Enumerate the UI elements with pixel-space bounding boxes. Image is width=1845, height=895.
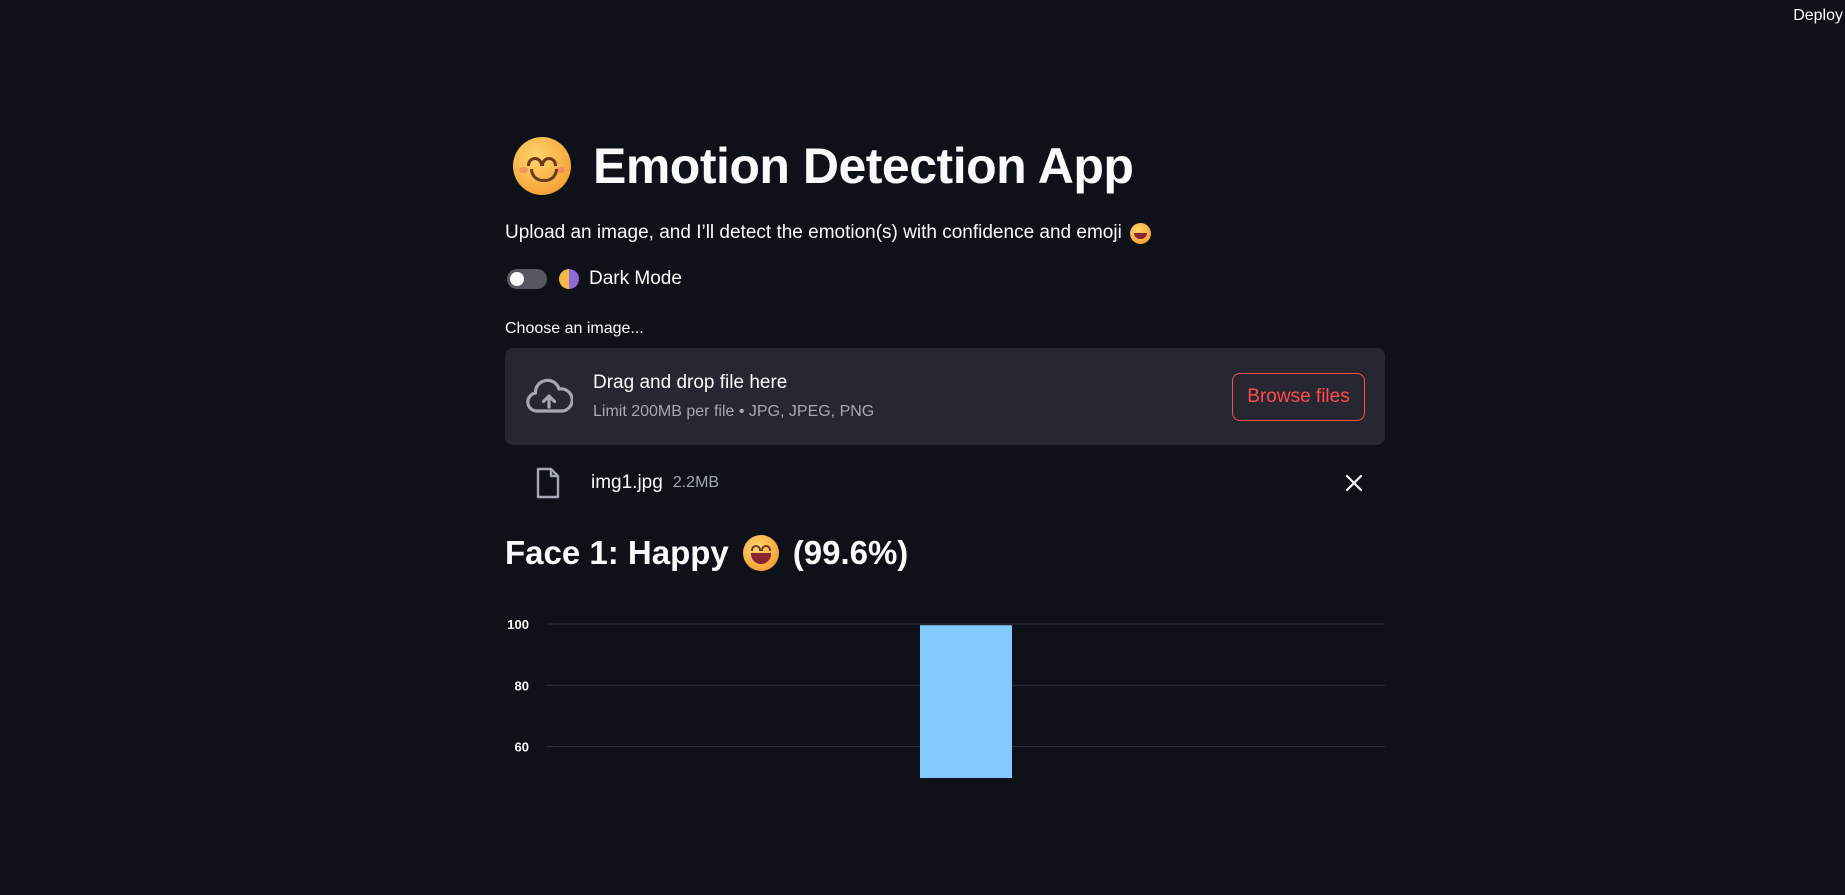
half-moon-icon: [559, 269, 579, 289]
y-tick-label: 80: [515, 678, 529, 693]
app-page: Deploy Emotion Detection App Upload an i…: [0, 0, 1845, 895]
browse-files-button[interactable]: Browse files: [1232, 373, 1365, 421]
y-tick-label: 60: [515, 740, 529, 755]
subtitle-text: Upload an image, and I’ll detect the emo…: [505, 222, 1122, 243]
close-icon[interactable]: [1345, 474, 1363, 492]
dark-mode-label: Dark Mode: [589, 268, 682, 289]
grinning-face-icon: [742, 535, 779, 571]
dropzone-text: Drag and drop file here Limit 200MB per …: [593, 372, 874, 421]
file-dropzone[interactable]: Drag and drop file here Limit 200MB per …: [505, 348, 1385, 445]
page-subtitle: Upload an image, and I’ll detect the emo…: [505, 222, 1385, 244]
face-label: Face 1: Happy: [505, 534, 729, 571]
toggle-knob: [510, 272, 524, 286]
dropzone-title: Drag and drop file here: [593, 372, 788, 393]
grinning-face-icon: [1129, 222, 1151, 244]
dark-mode-toggle-row: Dark Mode: [505, 268, 1385, 290]
face-confidence: (99.6%): [792, 534, 909, 571]
page-title: Emotion Detection App: [593, 138, 1134, 194]
file-size: 2.2MB: [672, 474, 720, 491]
smiling-face-icon: [513, 137, 571, 195]
deploy-button[interactable]: Deploy: [1793, 7, 1843, 25]
chart-bar: [920, 625, 1012, 778]
dropzone-limits: Limit 200MB per file • JPG, JPEG, PNG: [593, 403, 875, 420]
dark-mode-toggle[interactable]: [507, 269, 547, 289]
face-result-heading: Face 1: Happy (99.6%): [505, 531, 1385, 575]
cloud-upload-icon: [526, 378, 573, 413]
title-row: Emotion Detection App: [505, 130, 1385, 202]
file-icon: [536, 467, 560, 499]
uploader-label: Choose an image...: [505, 320, 644, 337]
uploaded-file-row: img1.jpg 2.2MB: [505, 459, 1385, 507]
y-tick-label: 100: [507, 617, 529, 632]
main-content: Emotion Detection App Upload an image, a…: [505, 130, 1385, 575]
file-name: img1.jpg: [591, 472, 663, 493]
